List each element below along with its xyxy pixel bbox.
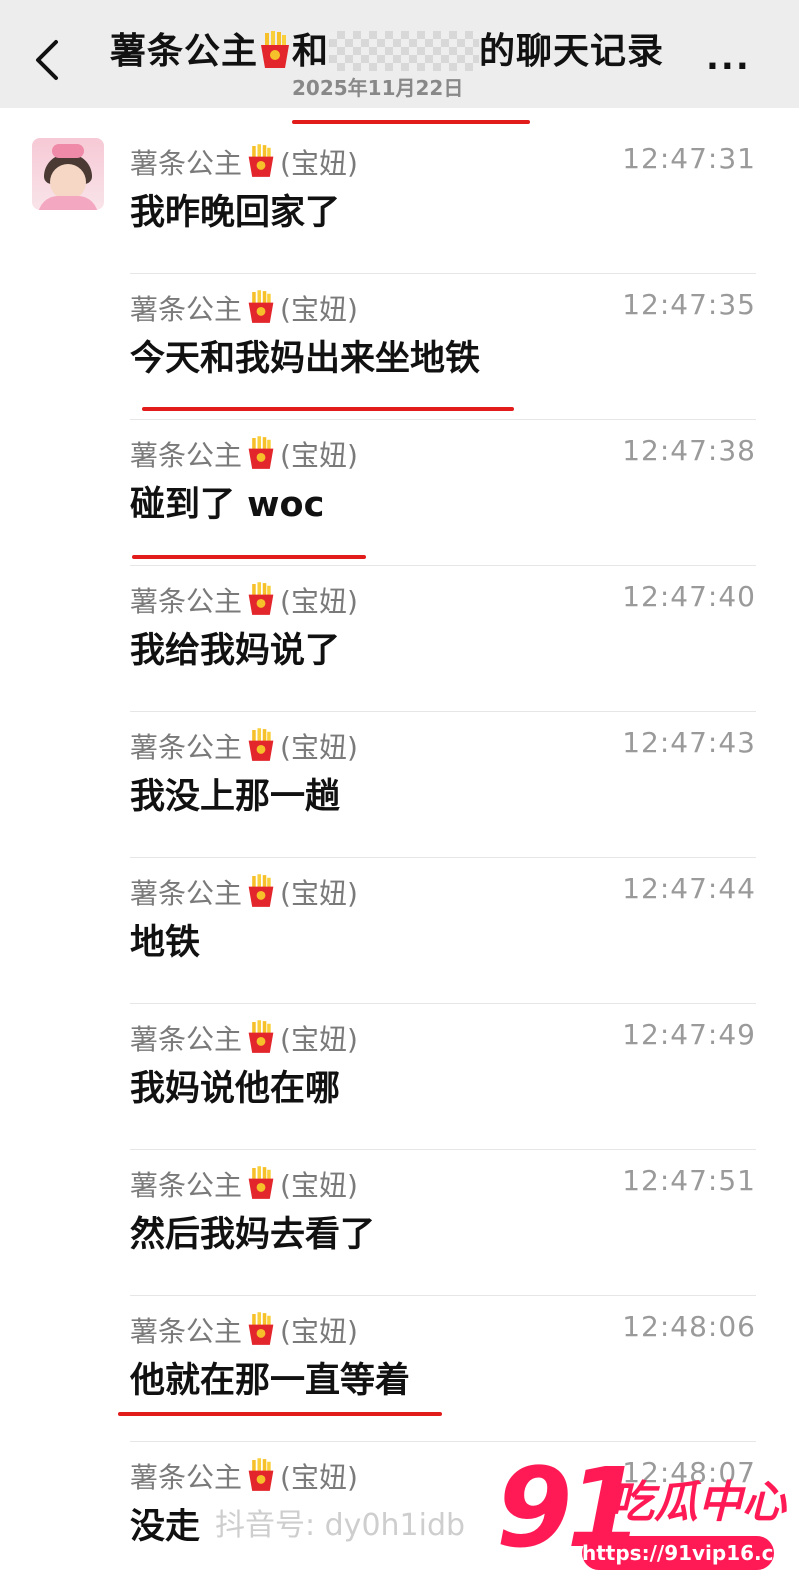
message-row[interactable]: 薯条公主 (宝妞) 12:47:31 我昨晚回家了 bbox=[130, 128, 756, 274]
sender-name: 薯条公主 bbox=[130, 1315, 243, 1348]
french-fries-emoji-icon bbox=[261, 31, 290, 68]
title-contact-name: 薯条公主 bbox=[110, 31, 259, 72]
sender-alias: (宝妞) bbox=[280, 1461, 358, 1494]
highlight-underline-9 bbox=[118, 1412, 442, 1416]
sender-alias: (宝妞) bbox=[280, 1023, 358, 1056]
message-text[interactable]: 我没上那一趟 bbox=[130, 768, 340, 819]
sender-alias: (宝妞) bbox=[280, 293, 358, 326]
title-connector: 和 bbox=[292, 31, 330, 72]
sender-name: 薯条公主 bbox=[130, 731, 243, 764]
message-time: 12:47:40 bbox=[622, 580, 756, 613]
message-row[interactable]: 薯条公主 (宝妞) 12:47:43 我没上那一趟 bbox=[130, 712, 756, 858]
message-sender: 薯条公主 (宝妞) bbox=[130, 580, 358, 623]
french-fries-emoji-icon bbox=[246, 1020, 276, 1061]
message-time: 12:47:49 bbox=[622, 1018, 756, 1051]
sender-alias: (宝妞) bbox=[280, 877, 358, 910]
french-fries-emoji-icon bbox=[246, 1312, 276, 1353]
message-text[interactable]: 然后我妈去看了 bbox=[130, 1206, 375, 1257]
sender-name: 薯条公主 bbox=[130, 1023, 243, 1056]
french-fries-emoji-icon bbox=[246, 728, 276, 769]
french-fries-emoji-icon bbox=[246, 874, 276, 915]
message-sender: 薯条公主 (宝妞) bbox=[130, 142, 358, 185]
message-row[interactable]: 薯条公主 (宝妞) 12:47:35 今天和我妈出来坐地铁 bbox=[130, 274, 756, 420]
avatar[interactable] bbox=[32, 138, 104, 210]
sender-alias: (宝妞) bbox=[280, 1169, 358, 1202]
message-time: 12:48:06 bbox=[622, 1310, 756, 1343]
sender-name: 薯条公主 bbox=[130, 877, 243, 910]
message-row[interactable]: 薯条公主 (宝妞) 12:47:51 然后我妈去看了 bbox=[130, 1150, 756, 1296]
message-text[interactable]: 我昨晚回家了 bbox=[130, 184, 340, 235]
message-row[interactable]: 薯条公主 (宝妞) 12:47:38 碰到了 woc bbox=[130, 420, 756, 566]
french-fries-emoji-icon bbox=[246, 436, 276, 477]
message-time: 12:47:44 bbox=[622, 872, 756, 905]
message-time: 12:47:43 bbox=[622, 726, 756, 759]
more-dots-icon[interactable]: ... bbox=[706, 38, 751, 78]
message-text[interactable]: 没走 bbox=[130, 1498, 200, 1549]
message-text[interactable]: 我给我妈说了 bbox=[130, 622, 340, 673]
message-sender: 薯条公主 (宝妞) bbox=[130, 872, 358, 915]
message-text[interactable]: 他就在那一直等着 bbox=[130, 1352, 410, 1403]
message-text[interactable]: 碰到了 woc bbox=[130, 476, 324, 527]
highlight-underline-2 bbox=[142, 407, 514, 411]
message-sender: 薯条公主 (宝妞) bbox=[130, 288, 358, 331]
message-sender: 薯条公主 (宝妞) bbox=[130, 1310, 358, 1353]
sender-name: 薯条公主 bbox=[130, 439, 243, 472]
site-logo: 91 吃瓜中心 https://91vip16.com bbox=[490, 1444, 799, 1590]
sender-name: 薯条公主 bbox=[130, 1461, 243, 1494]
message-row[interactable]: 薯条公主 (宝妞) 12:47:49 我妈说他在哪 bbox=[130, 1004, 756, 1150]
message-text[interactable]: 地铁 bbox=[130, 914, 200, 965]
sender-name: 薯条公主 bbox=[130, 147, 243, 180]
sender-alias: (宝妞) bbox=[280, 439, 358, 472]
chat-history-header: 薯条公主和 的聊天记录 2025年11月22日 ... bbox=[0, 0, 799, 108]
logo-url[interactable]: https://91vip16.com bbox=[582, 1536, 799, 1570]
sender-alias: (宝妞) bbox=[280, 147, 358, 180]
french-fries-emoji-icon bbox=[246, 582, 276, 623]
sender-alias: (宝妞) bbox=[280, 731, 358, 764]
french-fries-emoji-icon bbox=[246, 144, 276, 185]
page-title: 薯条公主和 的聊天记录 bbox=[110, 22, 690, 74]
message-time: 12:47:35 bbox=[622, 288, 756, 321]
logo-brand: 吃瓜中心 bbox=[610, 1477, 786, 1528]
sender-name: 薯条公主 bbox=[130, 293, 243, 326]
message-time: 12:47:51 bbox=[622, 1164, 756, 1197]
message-sender: 薯条公主 (宝妞) bbox=[130, 434, 358, 477]
french-fries-emoji-icon bbox=[246, 1166, 276, 1207]
chat-date: 2025年11月22日 bbox=[292, 76, 464, 100]
message-sender: 薯条公主 (宝妞) bbox=[130, 1164, 358, 1207]
redacted-name-mosaic bbox=[329, 31, 480, 71]
sender-name: 薯条公主 bbox=[130, 585, 243, 618]
message-row[interactable]: 薯条公主 (宝妞) 12:48:06 他就在那一直等着 bbox=[130, 1296, 756, 1442]
title-suffix: 的聊天记录 bbox=[479, 31, 665, 72]
chevron-left-icon[interactable] bbox=[30, 38, 66, 82]
watermark-text: 抖音号: dy0h1idb bbox=[215, 1508, 466, 1543]
sender-alias: (宝妞) bbox=[280, 585, 358, 618]
message-sender: 薯条公主 (宝妞) bbox=[130, 726, 358, 769]
highlight-underline-date bbox=[292, 120, 530, 124]
message-row[interactable]: 薯条公主 (宝妞) 12:47:40 我给我妈说了 bbox=[130, 566, 756, 712]
sender-name: 薯条公主 bbox=[130, 1169, 243, 1202]
highlight-underline-3 bbox=[132, 555, 366, 559]
message-time: 12:47:38 bbox=[622, 434, 756, 467]
french-fries-emoji-icon bbox=[246, 290, 276, 331]
french-fries-emoji-icon bbox=[246, 1458, 276, 1499]
message-text[interactable]: 今天和我妈出来坐地铁 bbox=[130, 330, 480, 381]
message-text[interactable]: 我妈说他在哪 bbox=[130, 1060, 340, 1111]
message-sender: 薯条公主 (宝妞) bbox=[130, 1456, 358, 1499]
sender-alias: (宝妞) bbox=[280, 1315, 358, 1348]
message-time: 12:47:31 bbox=[622, 142, 756, 175]
message-sender: 薯条公主 (宝妞) bbox=[130, 1018, 358, 1061]
message-row[interactable]: 薯条公主 (宝妞) 12:47:44 地铁 bbox=[130, 858, 756, 1004]
